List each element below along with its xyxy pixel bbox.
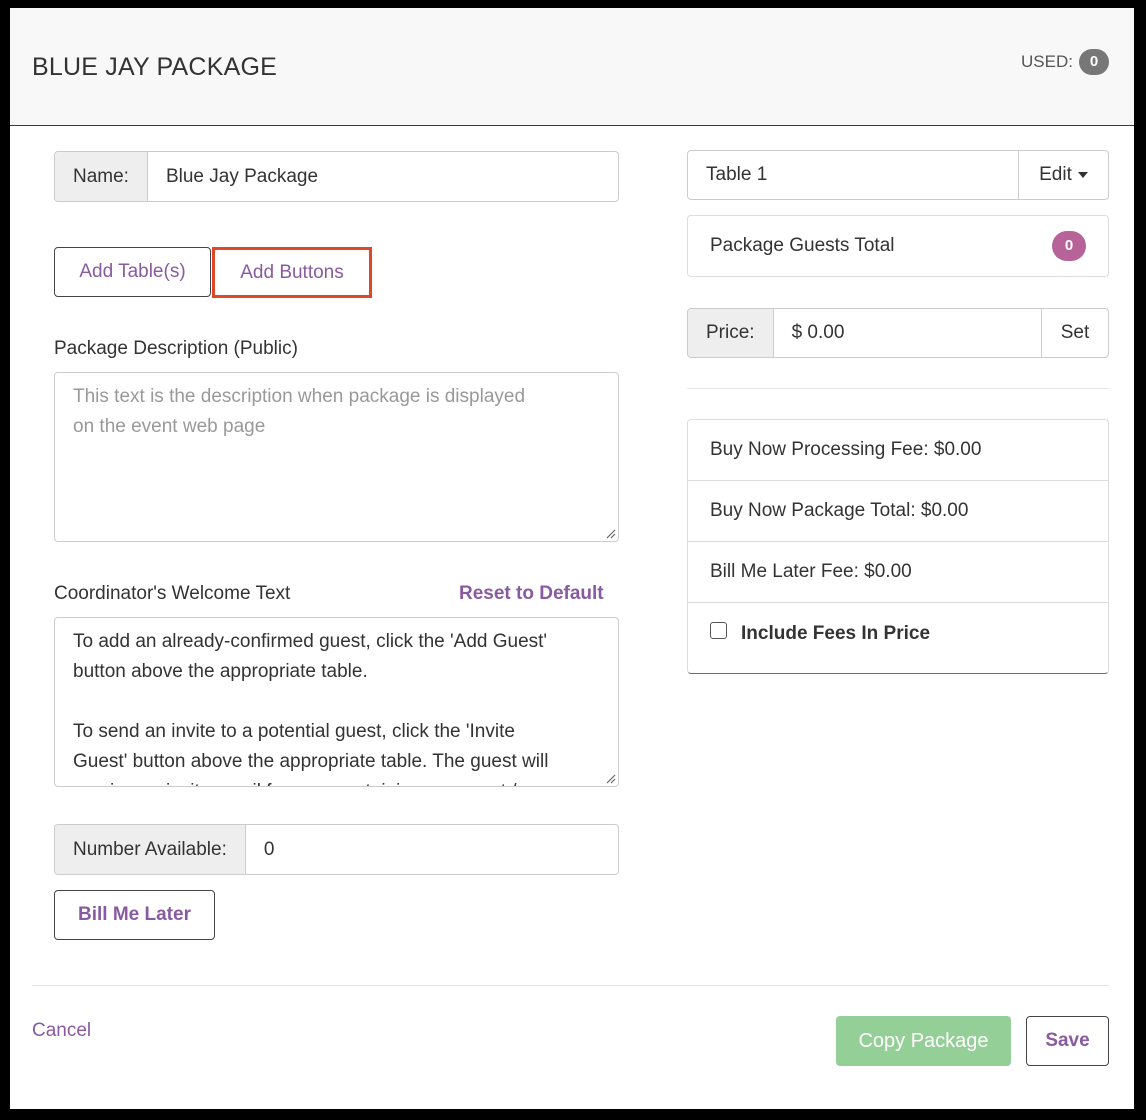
- description-textarea[interactable]: This text is the description when packag…: [54, 372, 619, 542]
- table-name[interactable]: Table 1: [688, 151, 1018, 199]
- name-input[interactable]: Blue Jay Package: [148, 152, 618, 201]
- price-label: Price:: [688, 309, 774, 357]
- package-total-text: Buy Now Package Total: $0.00: [710, 500, 969, 521]
- bill-later-fee-text: Bill Me Later Fee: $0.00: [710, 561, 912, 582]
- guests-total-badge: 0: [1052, 231, 1086, 261]
- modal-header: BLUE JAY PACKAGE USED: 0: [10, 8, 1134, 126]
- table-selector: Table 1 Edit: [687, 150, 1109, 200]
- welcome-label: Coordinator's Welcome Text: [54, 583, 291, 604]
- bill-me-later-button[interactable]: Bill Me Later: [54, 890, 215, 940]
- name-input-group: Name: Blue Jay Package: [54, 151, 619, 202]
- number-available-group: Number Available: 0: [54, 824, 619, 875]
- caret-down-icon: [1077, 172, 1088, 178]
- welcome-line: To send an invite to a potential guest, …: [73, 721, 515, 742]
- welcome-line: To add an already-confirmed guest, click…: [73, 631, 548, 652]
- welcome-line: [73, 687, 600, 717]
- number-available-input[interactable]: 0: [246, 825, 618, 874]
- description-placeholder-line1: This text is the description when packag…: [73, 386, 526, 407]
- copy-package-button[interactable]: Copy Package: [836, 1016, 1011, 1066]
- welcome-line: button above the appropriate table.: [73, 661, 368, 682]
- welcome-line: Guest' button above the appropriate tabl…: [73, 751, 549, 772]
- include-fees-row: Include Fees In Price: [688, 603, 1108, 664]
- description-label: Package Description (Public): [54, 338, 298, 359]
- welcome-textarea[interactable]: To add an already-confirmed guest, click…: [54, 617, 619, 787]
- guests-total-label: Package Guests Total: [710, 235, 895, 256]
- cancel-link[interactable]: Cancel: [32, 1020, 91, 1042]
- edit-label: Edit: [1039, 164, 1072, 185]
- reset-to-default-link[interactable]: Reset to Default: [459, 583, 604, 605]
- number-available-label: Number Available:: [55, 825, 246, 874]
- welcome-line: receive an invite email for you, contain…: [73, 777, 600, 786]
- bill-later-fee-row: Bill Me Later Fee: $0.00: [688, 542, 1108, 603]
- include-fees-label[interactable]: Include Fees In Price: [741, 623, 930, 645]
- resize-grip-icon[interactable]: [604, 772, 616, 784]
- set-price-button[interactable]: Set: [1041, 309, 1108, 357]
- guests-total-panel: Package Guests Total 0: [687, 215, 1109, 277]
- package-total-row: Buy Now Package Total: $0.00: [688, 481, 1108, 542]
- used-label: USED:: [1021, 52, 1073, 71]
- resize-grip-icon[interactable]: [604, 527, 616, 539]
- modal-title: BLUE JAY PACKAGE: [32, 53, 277, 81]
- used-indicator: USED: 0: [1021, 49, 1109, 75]
- processing-fee-row: Buy Now Processing Fee: $0.00: [688, 420, 1108, 481]
- used-count-badge: 0: [1079, 49, 1109, 75]
- edit-dropdown-button[interactable]: Edit: [1018, 151, 1108, 199]
- package-modal: BLUE JAY PACKAGE USED: 0 Name: Blue Jay …: [10, 8, 1134, 1109]
- processing-fee-text: Buy Now Processing Fee: $0.00: [710, 439, 982, 460]
- footer-divider: [32, 985, 1109, 986]
- divider: [687, 388, 1109, 389]
- description-placeholder-line2: on the event web page: [73, 416, 266, 437]
- price-input-group: Price: $ 0.00 Set: [687, 308, 1109, 358]
- add-tables-button[interactable]: Add Table(s): [54, 247, 211, 297]
- price-input[interactable]: $ 0.00: [774, 309, 1041, 357]
- save-button[interactable]: Save: [1026, 1016, 1109, 1066]
- fees-panel: Buy Now Processing Fee: $0.00 Buy Now Pa…: [687, 419, 1109, 674]
- include-fees-checkbox[interactable]: [710, 622, 727, 639]
- add-buttons-button[interactable]: Add Buttons: [215, 250, 369, 295]
- name-label: Name:: [55, 152, 148, 201]
